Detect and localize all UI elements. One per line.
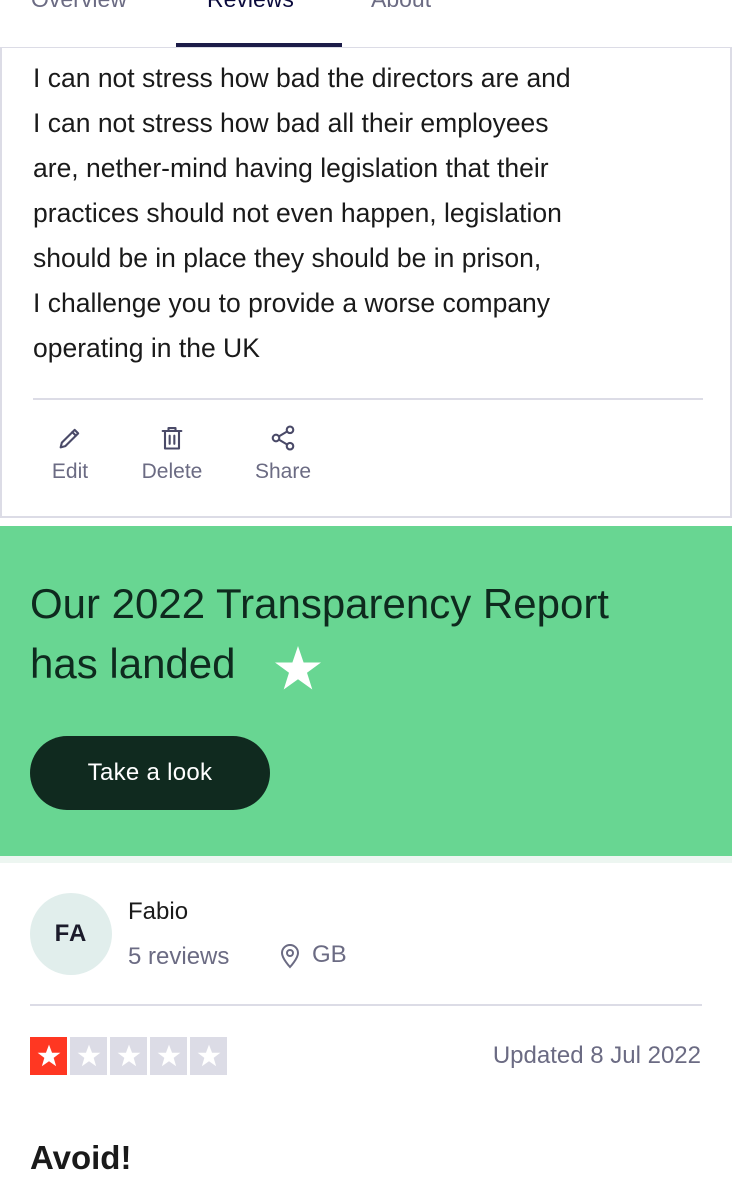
review-card: I can not stress how bad the directors a… xyxy=(0,48,732,518)
take-a-look-button[interactable]: Take a look xyxy=(30,736,270,810)
rating-star-empty xyxy=(70,1037,107,1075)
location-label: GB xyxy=(312,941,347,968)
star-icon xyxy=(77,1044,100,1067)
trash-icon xyxy=(161,427,183,450)
reviewer-name[interactable]: Fabio xyxy=(128,898,188,926)
review-updated-date: Updated 8 Jul 2022 xyxy=(492,1042,701,1069)
star-rating xyxy=(30,1037,230,1075)
share-label: Share xyxy=(254,460,312,483)
star-icon xyxy=(117,1044,140,1067)
transparency-report-banner: Our 2022 Transparency Report has landed … xyxy=(0,526,732,856)
delete-button[interactable]: Delete xyxy=(134,424,210,484)
share-button[interactable]: Share xyxy=(250,424,316,484)
star-icon xyxy=(37,1044,60,1067)
review-body-line: I can not stress how bad all their emplo… xyxy=(33,108,549,138)
tab-overview[interactable]: Overview xyxy=(31,0,127,13)
banner-title-line: Our 2022 Transparency Report xyxy=(30,580,609,627)
active-tab-indicator xyxy=(176,43,342,47)
share-icon xyxy=(271,425,295,451)
review-body-line: I can not stress how bad the directors a… xyxy=(33,63,571,93)
location-pin-icon xyxy=(280,944,300,969)
review-body-line: should be in place they should be in pri… xyxy=(33,243,542,273)
star-icon xyxy=(197,1044,220,1067)
review-body: I can not stress how bad the directors a… xyxy=(33,56,713,371)
review-body-line: I challenge you to provide a worse compa… xyxy=(33,288,551,318)
review-body-line: operating in the UK xyxy=(33,333,260,363)
rating-star-filled xyxy=(30,1037,67,1075)
review-title[interactable]: Avoid! xyxy=(30,1139,131,1177)
edit-label: Edit xyxy=(51,460,89,483)
rating-star-empty xyxy=(150,1037,187,1075)
tab-bar: Overview Reviews About xyxy=(0,0,732,48)
tab-reviews[interactable]: Reviews xyxy=(207,0,294,13)
sparkle-star-icon xyxy=(275,646,321,690)
tab-about[interactable]: About xyxy=(371,0,431,13)
review-header-divider xyxy=(30,1004,702,1006)
reviewer-location: GB xyxy=(278,941,347,969)
reviewer-review-count: 5 reviews xyxy=(128,943,230,970)
rating-star-empty xyxy=(110,1037,147,1075)
card-divider xyxy=(33,398,703,400)
avatar[interactable]: FA xyxy=(30,893,112,975)
delete-label: Delete xyxy=(141,460,203,483)
rating-star-empty xyxy=(190,1037,227,1075)
review-body-line: are, nether-mind having legislation that… xyxy=(33,153,549,183)
pencil-icon xyxy=(59,428,80,449)
review-body-line: practices should not even happen, legisl… xyxy=(33,198,562,228)
star-icon xyxy=(157,1044,180,1067)
section-separator xyxy=(0,856,732,863)
edit-button[interactable]: Edit xyxy=(48,424,92,484)
